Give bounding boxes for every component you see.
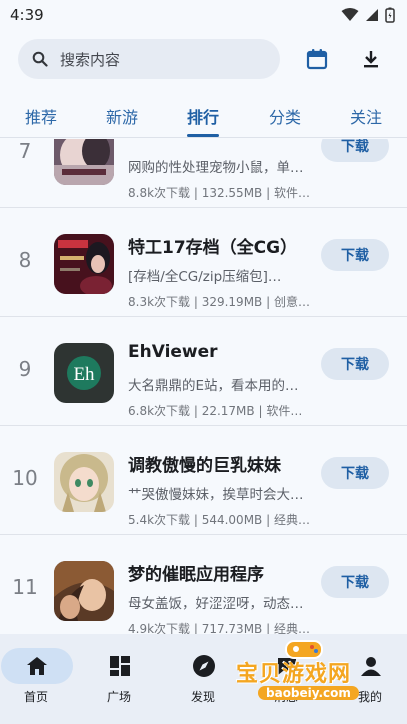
tab-categories[interactable]: 分类 xyxy=(269,104,301,128)
app-description: [存档/全CG/zip压缩包]… xyxy=(128,269,282,285)
top-bar: 搜索内容 xyxy=(18,38,393,80)
watermark-text: 宝贝游戏网 xyxy=(236,662,352,687)
download-button[interactable]: 下载 xyxy=(321,139,389,162)
app-description: 大名鼎鼎的E站，看本用的… xyxy=(128,378,299,394)
app-title: 梦的催眠应用程序 xyxy=(128,565,264,585)
app-meta: 6.8k次下载 | 22.17MB | 软件… xyxy=(128,404,303,418)
compass-icon xyxy=(193,655,215,677)
tab-ranking[interactable]: 排行 xyxy=(187,104,219,128)
download-button[interactable]: 下载 xyxy=(321,566,389,598)
app-title: EhViewer xyxy=(128,342,218,362)
app-description: 艹哭傲慢妹妹，挨草时会大… xyxy=(128,487,304,503)
list-item[interactable]: 11 梦的催眠应用程序 母女盖饭，好涩涩呀，动态… 4.9k次下载 | 717.… xyxy=(0,536,407,634)
app-description: 母女盖饭，好涩涩呀，动态… xyxy=(128,596,304,612)
home-icon xyxy=(27,657,47,675)
calendar-icon xyxy=(306,49,328,70)
nav-square[interactable]: 广场 xyxy=(84,648,154,705)
tab-indicator xyxy=(187,134,219,137)
list-item[interactable]: 7 网购的性处理宠物小鼠，单… 8.8k次下载 | 132.55MB | 软件…… xyxy=(0,139,407,208)
app-description: 网购的性处理宠物小鼠，单… xyxy=(128,160,304,176)
rank-number: 10 xyxy=(12,466,38,490)
signal-icon xyxy=(366,9,378,21)
tab-following[interactable]: 关注 xyxy=(350,104,382,128)
download-icon xyxy=(364,51,378,68)
ranking-list[interactable]: 7 网购的性处理宠物小鼠，单… 8.8k次下载 | 132.55MB | 软件…… xyxy=(0,139,407,634)
nav-discover-label: 发现 xyxy=(190,690,215,704)
rank-number: 9 xyxy=(18,357,32,381)
search-input[interactable]: 搜索内容 xyxy=(18,39,280,79)
nav-square-label: 广场 xyxy=(106,690,131,704)
rank-number: 7 xyxy=(18,139,32,163)
eh-logo-text: Eh xyxy=(73,364,95,385)
app-thumbnail xyxy=(54,234,114,294)
status-icons xyxy=(341,7,395,23)
wifi-icon xyxy=(341,8,359,21)
status-time: 4:39 xyxy=(10,6,44,24)
tab-new-games[interactable]: 新游 xyxy=(106,104,138,128)
nav-home-label: 首页 xyxy=(23,690,48,704)
rank-number: 11 xyxy=(12,575,38,599)
nav-home[interactable]: 首页 xyxy=(1,648,73,705)
app-meta: 5.4k次下载 | 544.00MB | 经典… xyxy=(128,513,310,527)
search-icon xyxy=(32,51,48,67)
watermark-url: baobeiy.com xyxy=(258,686,359,700)
list-item[interactable]: 9 Eh EhViewer 大名鼎鼎的E站，看本用的… 6.8k次下载 | 22… xyxy=(0,318,407,426)
nav-home-pill xyxy=(1,648,73,684)
battery-icon xyxy=(385,7,395,23)
rank-number: 8 xyxy=(18,248,32,272)
app-thumbnail xyxy=(54,452,114,512)
grid-icon xyxy=(110,656,130,676)
download-manager-button[interactable] xyxy=(356,44,386,74)
download-button[interactable]: 下载 xyxy=(321,239,389,271)
nav-discover[interactable]: 发现 xyxy=(168,648,238,705)
app-thumbnail xyxy=(54,561,114,621)
app-title: 特工17存档（全CG） xyxy=(128,238,298,258)
status-bar: 4:39 xyxy=(0,0,407,30)
list-item[interactable]: 8 特工17存档（全CG） [存档/全CG/zip压缩包]… 8.3k次下载 |… xyxy=(0,209,407,317)
nav-discover-pill xyxy=(168,648,240,684)
download-button[interactable]: 下载 xyxy=(321,348,389,380)
category-tabs: 推荐 新游 排行 分类 关注 xyxy=(0,98,407,138)
nav-square-pill xyxy=(84,648,156,684)
app-thumbnail: Eh xyxy=(54,343,114,403)
app-meta: 8.3k次下载 | 329.19MB | 创意… xyxy=(128,295,310,309)
search-placeholder: 搜索内容 xyxy=(60,50,121,69)
app-meta: 4.9k次下载 | 717.73MB | 经典… xyxy=(128,622,310,634)
app-thumbnail xyxy=(54,139,114,185)
site-watermark: 宝贝游戏网 baobeiy.com xyxy=(232,638,382,708)
download-button[interactable]: 下载 xyxy=(321,457,389,489)
calendar-button[interactable] xyxy=(302,44,332,74)
app-title: 调教傲慢的巨乳妹妹 xyxy=(128,456,281,476)
list-item[interactable]: 10 调教傲慢的巨乳妹妹 艹哭傲慢妹妹，挨草时会大… 5.4k次下载 | 544… xyxy=(0,427,407,535)
app-meta: 8.8k次下载 | 132.55MB | 软件… xyxy=(128,186,310,200)
tab-recommend[interactable]: 推荐 xyxy=(25,104,57,128)
